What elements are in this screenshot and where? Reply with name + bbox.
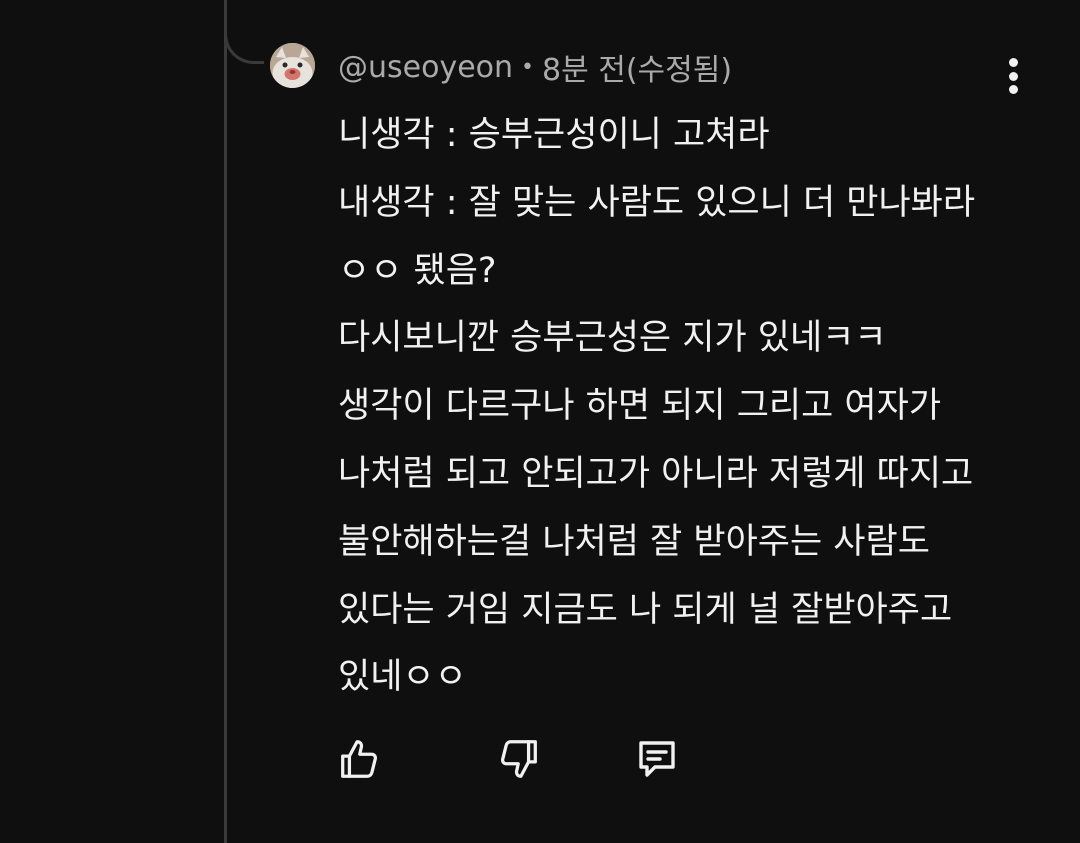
comment-timestamp[interactable]: 8분 전(수정됨) <box>542 45 732 89</box>
comment-line: ㅇㅇ 됐음? <box>338 250 497 291</box>
meta-separator: • <box>521 54 535 80</box>
comment-header: @useoyeon • 8분 전(수정됨) <box>338 45 732 89</box>
author-name[interactable]: @useoyeon <box>338 50 513 85</box>
thumbs-up-icon <box>341 740 378 778</box>
comment-line: 내생각 : 잘 맞는 사람도 있으니 더 만나봐라 <box>338 182 976 223</box>
cat-avatar-icon <box>270 43 315 88</box>
comment-line: 생각이 다르구나 하면 되지 그리고 여자가 <box>338 386 942 427</box>
like-button[interactable] <box>334 734 384 784</box>
thumbs-down-icon <box>500 740 537 778</box>
comment-line: 불안해하는걸 나처럼 잘 받아주는 사람도 <box>338 521 930 562</box>
comment-line: 있네ㅇㅇ <box>338 657 467 698</box>
comment-line: 다시보니깐 승부근성은 지가 있네ㅋㅋ <box>338 318 887 359</box>
dislike-button[interactable] <box>494 734 544 784</box>
comment-line: 있다는 거임 지금도 나 되게 널 잘받아주고 <box>338 589 953 630</box>
reply-button[interactable] <box>632 734 682 784</box>
comment-actions <box>334 734 694 784</box>
comment-line: 니생각 : 승부근성이니 고쳐라 <box>338 115 770 155</box>
comment-line: 나처럼 되고 안되고가 아니라 저렇게 따지고 <box>338 453 974 494</box>
comment-text: 니생각 : 승부근성이니 고쳐라 내생각 : 잘 맞는 사람도 있으니 더 만나… <box>338 102 1038 712</box>
thread-line <box>224 0 227 843</box>
avatar[interactable] <box>270 43 315 88</box>
more-vertical-icon <box>1008 58 1018 67</box>
more-options-button[interactable] <box>995 54 1031 98</box>
thread-connector <box>224 0 264 64</box>
reply-comment-icon <box>639 741 675 777</box>
